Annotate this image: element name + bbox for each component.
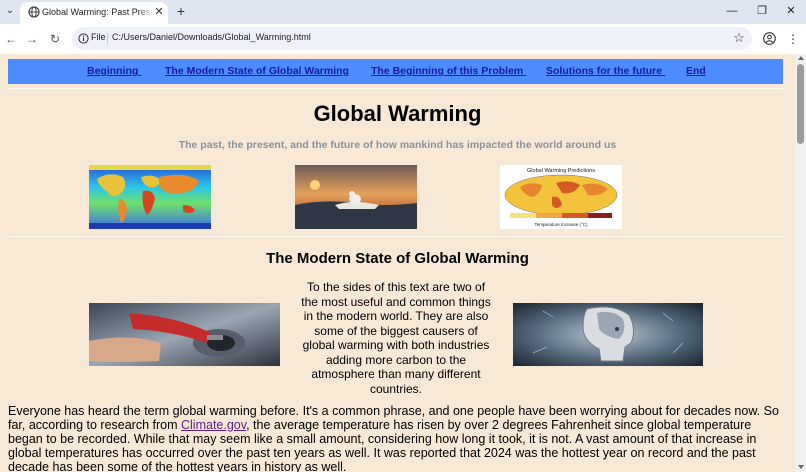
- nav-link-beginning-problem[interactable]: The Beginning of this Problem: [371, 65, 526, 77]
- globe-icon: [28, 6, 40, 18]
- page-subtitle: The past, the present, and the future of…: [178, 139, 617, 151]
- minimize-button[interactable]: —: [722, 2, 742, 20]
- prediction-map-caption: Temperature Increase (°C): [534, 222, 588, 227]
- profile-icon[interactable]: [763, 32, 776, 45]
- car-refueling-image: [89, 303, 280, 366]
- restore-button[interactable]: ❐: [752, 2, 772, 20]
- forward-arrow-icon[interactable]: →: [23, 30, 41, 48]
- browser-tab[interactable]: Global Warming: Past Present and Future …: [20, 2, 168, 24]
- back-arrow-icon[interactable]: ←: [2, 30, 20, 48]
- info-icon[interactable]: [78, 33, 89, 44]
- address-bar[interactable]: File C:/Users/Daniel/Downloads/Global_Wa…: [72, 27, 752, 50]
- star-icon[interactable]: ☆: [732, 31, 746, 45]
- reload-icon[interactable]: ↻: [46, 30, 64, 48]
- intro-paragraph: Everyone has heard the term global warmi…: [8, 404, 783, 472]
- scroll-thumb[interactable]: [797, 64, 804, 144]
- section-title: The Modern State of Global Warming: [266, 250, 529, 267]
- nav-link-modern-state[interactable]: The Modern State of Global Warming: [165, 65, 349, 77]
- new-tab-button[interactable]: +: [174, 3, 188, 19]
- divider: [8, 88, 783, 89]
- url-text[interactable]: C:/Users/Daniel/Downloads/Global_Warming…: [112, 32, 311, 42]
- scroll-down-arrow-icon[interactable]: [798, 465, 804, 469]
- file-chip-label: File: [91, 32, 106, 42]
- nav-link-beginning[interactable]: Beginning: [87, 65, 141, 77]
- kebab-menu-icon[interactable]: ⋮: [787, 31, 799, 47]
- prediction-map-title: Global Warming Predictions: [527, 168, 595, 174]
- nav-link-end[interactable]: End: [686, 65, 706, 77]
- polar-bear-ice-image: [295, 165, 417, 229]
- ai-robot-head-image: [513, 303, 703, 366]
- section-intro-text: To the sides of this text are two of the…: [301, 280, 491, 396]
- tab-strip: ⌄ Global Warming: Past Present and Futur…: [0, 0, 806, 24]
- chevron-down-icon[interactable]: ⌄: [2, 3, 18, 19]
- tab-title: Global Warming: Past Present and Future: [42, 7, 152, 17]
- window-close-button[interactable]: ✕: [781, 2, 801, 20]
- page-scrollbar[interactable]: [795, 54, 806, 472]
- tab-title-fade: [138, 4, 154, 20]
- page-navbar: Beginning The Modern State of Global War…: [8, 59, 783, 84]
- divider: [8, 236, 783, 237]
- world-temperature-map-image: [89, 165, 211, 229]
- close-icon[interactable]: ✕: [153, 5, 165, 19]
- global-warming-predictions-image: Global Warming Predictions Temperature I…: [500, 165, 622, 229]
- climate-gov-link[interactable]: Climate.gov: [181, 418, 246, 432]
- url-divider: [107, 33, 108, 45]
- browser-toolbar: ← → ↻ File C:/Users/Daniel/Downloads/Glo…: [0, 24, 806, 54]
- nav-link-solutions[interactable]: Solutions for the future: [546, 65, 665, 77]
- page-viewport: Beginning The Modern State of Global War…: [0, 54, 795, 472]
- page-title: Global Warming: [313, 101, 482, 126]
- scroll-up-arrow-icon[interactable]: [798, 56, 804, 60]
